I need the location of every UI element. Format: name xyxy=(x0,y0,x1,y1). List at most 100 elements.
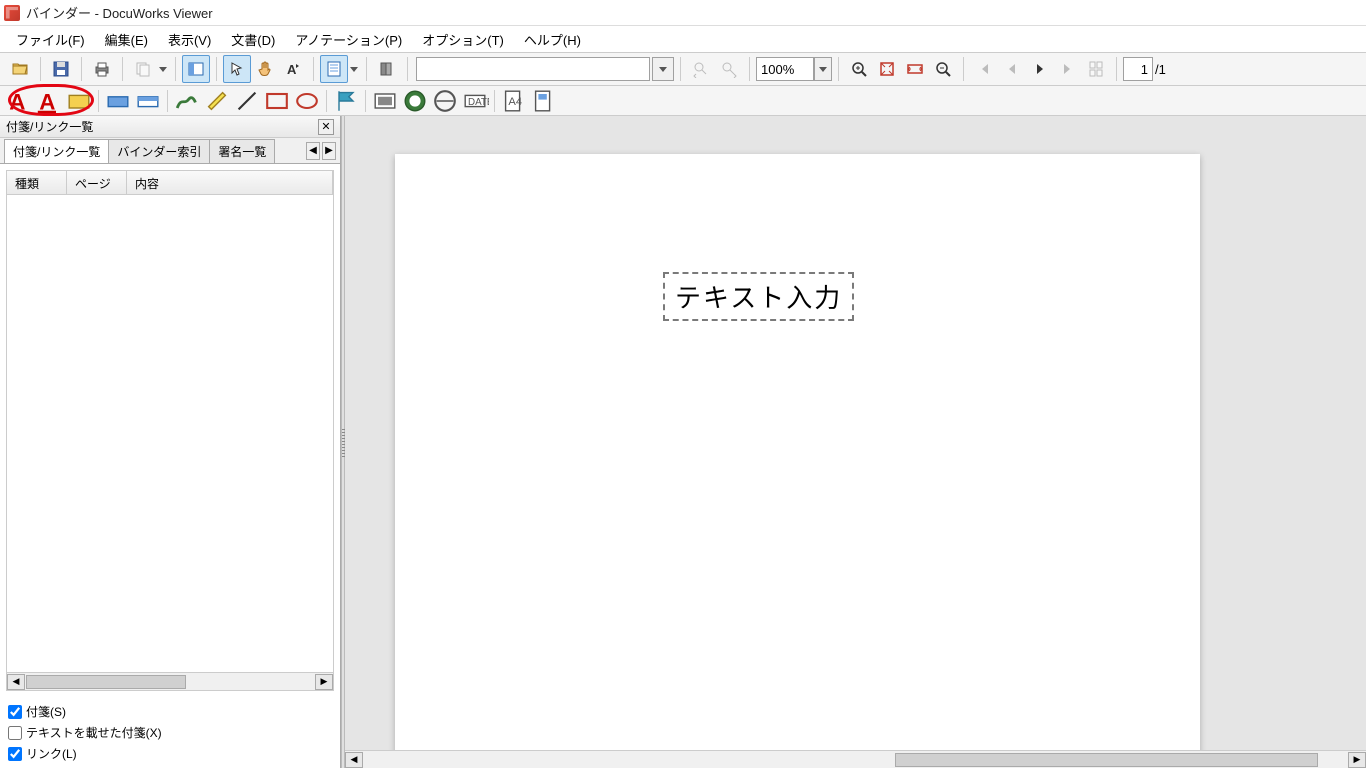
link-button[interactable] xyxy=(529,88,559,114)
side-panel-tabs: 付箋/リンク一覧 バインダー索引 署名一覧 ◀ ▶ xyxy=(0,138,340,164)
menu-edit[interactable]: 編集(E) xyxy=(95,27,158,52)
grid-hscroll[interactable]: ◀ ▶ xyxy=(7,672,333,690)
menu-document[interactable]: 文書(D) xyxy=(221,27,285,52)
sticky-note-yellow-button[interactable] xyxy=(64,88,94,114)
annotation-toolbar: A A DATE A4 xyxy=(0,86,1366,116)
open-button[interactable] xyxy=(6,55,34,83)
flag-button[interactable] xyxy=(331,88,361,114)
tab-binder-index[interactable]: バインダー索引 xyxy=(108,139,210,163)
next-page-button[interactable] xyxy=(1026,55,1054,83)
doc-scroll-left-icon[interactable]: ◀ xyxy=(345,752,363,768)
svg-text:A: A xyxy=(9,89,25,114)
search-dropdown-button[interactable] xyxy=(652,57,674,81)
side-panel: 付箋/リンク一覧 ✕ 付箋/リンク一覧 バインダー索引 署名一覧 ◀ ▶ 種類 … xyxy=(0,116,341,768)
sticky-note-blue2-button[interactable] xyxy=(133,88,163,114)
check-sticky-input[interactable] xyxy=(8,705,22,719)
copy-button[interactable] xyxy=(129,55,157,83)
print-button[interactable] xyxy=(88,55,116,83)
fit-width-button[interactable] xyxy=(901,55,929,83)
tab-scroll-right[interactable]: ▶ xyxy=(322,142,336,160)
last-page-button[interactable] xyxy=(1054,55,1082,83)
doc-scroll-thumb[interactable] xyxy=(895,753,1319,767)
scroll-left-icon[interactable]: ◀ xyxy=(7,674,25,690)
svg-text:A: A xyxy=(287,62,297,77)
page-total-label: /1 xyxy=(1155,62,1166,77)
main-toolbar: A /1 xyxy=(0,52,1366,86)
check-text-sticky-input[interactable] xyxy=(8,726,22,740)
scroll-right-icon[interactable]: ▶ xyxy=(315,674,333,690)
check-link[interactable]: リンク(L) xyxy=(8,743,332,764)
search-prev-button[interactable] xyxy=(687,55,715,83)
check-sticky[interactable]: 付箋(S) xyxy=(8,701,332,722)
sticky-note-blue-button[interactable] xyxy=(103,88,133,114)
pointer-button[interactable] xyxy=(223,55,251,83)
menu-file[interactable]: ファイル(F) xyxy=(6,27,95,52)
menu-annotation[interactable]: アノテーション(P) xyxy=(285,27,412,52)
page-mode-dropdown[interactable] xyxy=(348,55,360,83)
doc-scroll-right-icon[interactable]: ▶ xyxy=(1348,752,1366,768)
date-stamp-button[interactable] xyxy=(400,88,430,114)
page-mode-button[interactable] xyxy=(320,55,348,83)
grid-body xyxy=(7,195,333,672)
line-button[interactable] xyxy=(232,88,262,114)
document-page[interactable]: テキスト入力 xyxy=(395,154,1200,768)
zoom-in-button[interactable] xyxy=(845,55,873,83)
first-page-button[interactable] xyxy=(970,55,998,83)
menu-bar: ファイル(F) 編集(E) 表示(V) 文書(D) アノテーション(P) オプシ… xyxy=(0,26,1366,52)
document-area[interactable]: テキスト入力 ◀ ▶ xyxy=(345,116,1366,768)
check-text-sticky[interactable]: テキストを載せた付箋(X) xyxy=(8,722,332,743)
save-button[interactable] xyxy=(47,55,75,83)
menu-view[interactable]: 表示(V) xyxy=(158,27,221,52)
binder-button[interactable] xyxy=(373,55,401,83)
check-link-input[interactable] xyxy=(8,747,22,761)
continuous-button[interactable] xyxy=(1082,55,1110,83)
svg-text:DATE: DATE xyxy=(468,97,489,108)
side-panel-filters: 付箋(S) テキストを載せた付箋(X) リンク(L) xyxy=(0,697,340,768)
text-stamp-button[interactable]: DATE xyxy=(460,88,490,114)
app-icon xyxy=(4,5,20,21)
doc-hscroll[interactable]: ◀ ▶ xyxy=(345,750,1366,768)
tab-signatures[interactable]: 署名一覧 xyxy=(209,139,275,163)
circle-stamp-button[interactable] xyxy=(430,88,460,114)
grid-header: 種類 ページ 内容 xyxy=(7,171,333,195)
page-stamp-button[interactable]: A4 xyxy=(499,88,529,114)
zoom-out-button[interactable] xyxy=(929,55,957,83)
freehand-button[interactable] xyxy=(172,88,202,114)
page-number-input[interactable] xyxy=(1123,57,1153,81)
side-panel-grid: 種類 ページ 内容 ◀ ▶ xyxy=(6,170,334,691)
side-panel-close-button[interactable]: ✕ xyxy=(318,119,334,135)
fit-page-button[interactable] xyxy=(873,55,901,83)
side-panel-title: 付箋/リンク一覧 xyxy=(6,118,93,135)
doc-scroll-track[interactable] xyxy=(363,752,1348,768)
marker-button[interactable] xyxy=(202,88,232,114)
tab-scroll-left[interactable]: ◀ xyxy=(306,142,320,160)
search-next-button[interactable] xyxy=(715,55,743,83)
text-annotation-button[interactable]: A xyxy=(34,88,64,114)
prev-page-button[interactable] xyxy=(998,55,1026,83)
menu-help[interactable]: ヘルプ(H) xyxy=(514,27,591,52)
window-title: バインダー - DocuWorks Viewer xyxy=(26,3,213,22)
col-page[interactable]: ページ xyxy=(67,171,127,194)
rectangle-button[interactable] xyxy=(262,88,292,114)
copy-dropdown[interactable] xyxy=(157,55,169,83)
ellipse-button[interactable] xyxy=(292,88,322,114)
main-area: 付箋/リンク一覧 ✕ 付箋/リンク一覧 バインダー索引 署名一覧 ◀ ▶ 種類 … xyxy=(0,116,1366,768)
zoom-dropdown[interactable] xyxy=(814,57,832,81)
tab-notes-links[interactable]: 付箋/リンク一覧 xyxy=(4,139,109,163)
col-type[interactable]: 種類 xyxy=(7,171,67,194)
title-bar: バインダー - DocuWorks Viewer xyxy=(0,0,1366,26)
hand-button[interactable] xyxy=(251,55,279,83)
scroll-thumb[interactable] xyxy=(26,675,186,689)
svg-text:A4: A4 xyxy=(508,96,522,108)
col-content[interactable]: 内容 xyxy=(127,171,333,194)
svg-text:A: A xyxy=(39,89,55,114)
zoom-input[interactable] xyxy=(756,57,814,81)
text-annotation-box[interactable]: テキスト入力 xyxy=(663,272,854,321)
side-panel-button[interactable] xyxy=(182,55,210,83)
text-annotation-red-button[interactable]: A xyxy=(4,88,34,114)
stamp-button[interactable] xyxy=(370,88,400,114)
menu-option[interactable]: オプション(T) xyxy=(412,27,514,52)
text-select-button[interactable]: A xyxy=(279,55,307,83)
side-panel-title-bar: 付箋/リンク一覧 ✕ xyxy=(0,116,340,138)
search-input[interactable] xyxy=(416,57,650,81)
